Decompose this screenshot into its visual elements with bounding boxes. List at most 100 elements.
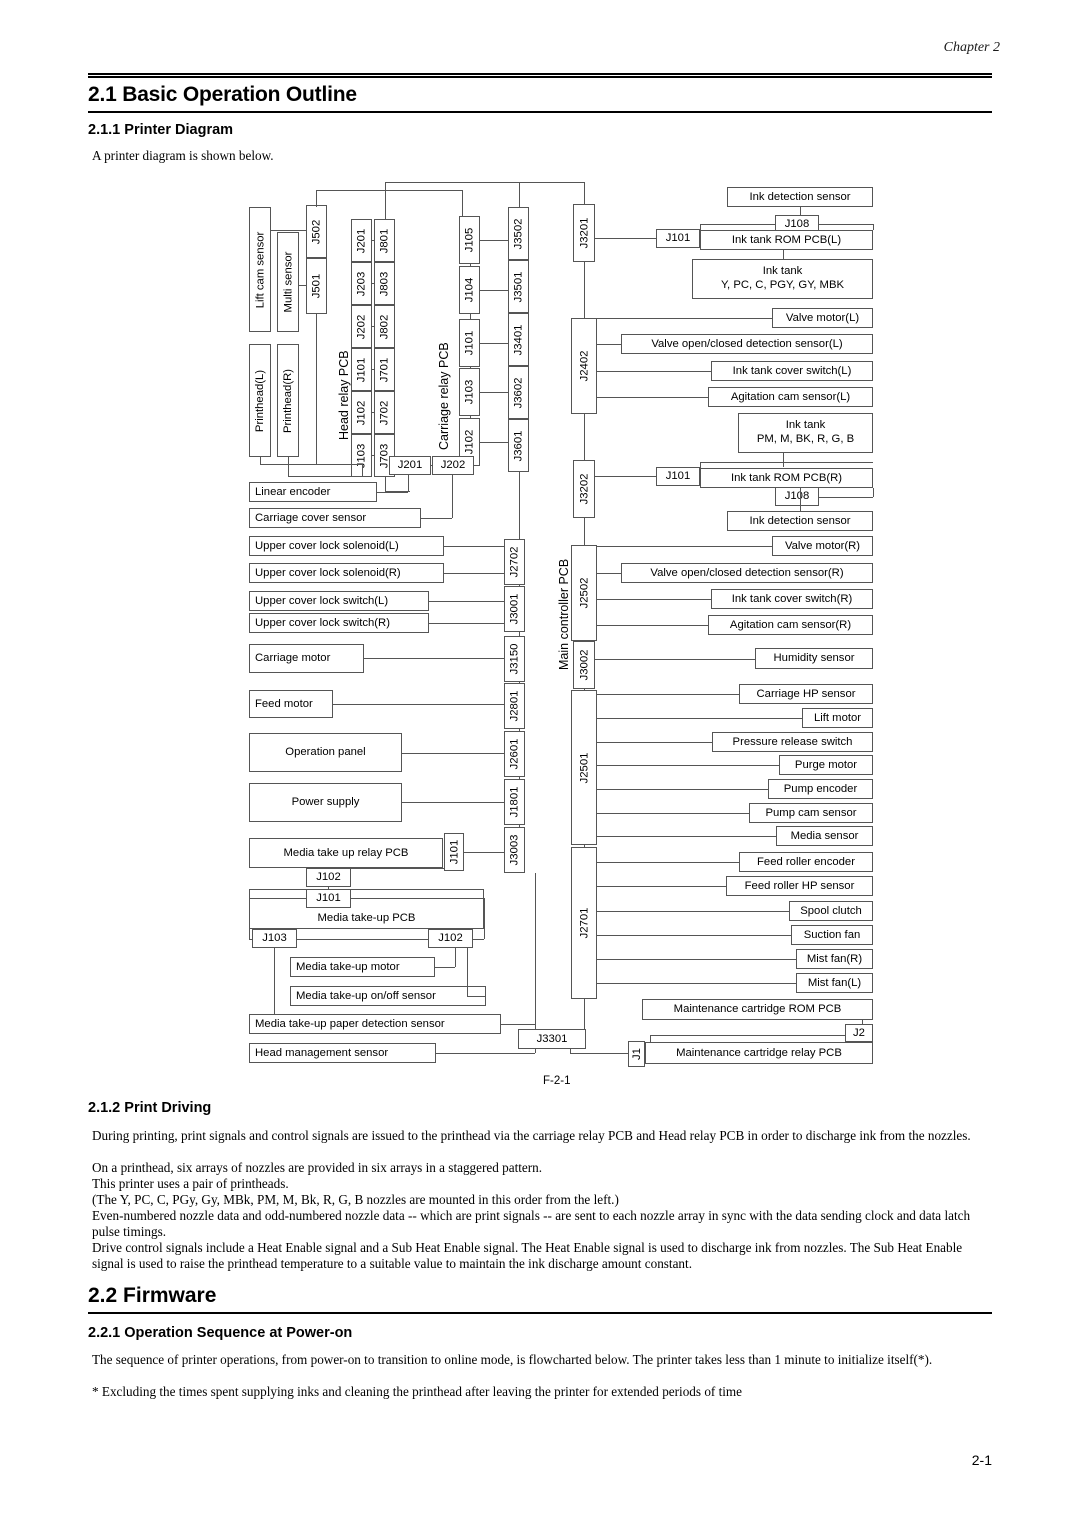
print-driving-p2: On a printhead, six arrays of nozzles ar…: [92, 1160, 543, 1175]
connector-mtp-j103: J103: [252, 929, 297, 948]
connector-hr-j201: J201: [351, 219, 372, 262]
line: [597, 625, 708, 626]
device-media-takeup-paper-detection-sensor: Media take-up paper detection sensor: [249, 1014, 501, 1034]
print-driving-p6: Drive control signals include a Heat Ena…: [92, 1240, 963, 1271]
connector-j2701: J2701: [571, 847, 597, 999]
line: [444, 573, 504, 574]
line: [597, 911, 789, 912]
line: [484, 898, 485, 939]
line: [480, 343, 508, 344]
print-driving-p1: During printing, print signals and contr…: [92, 1128, 971, 1143]
device-printhead-l: Printhead(L): [249, 344, 271, 457]
line: [597, 694, 739, 695]
line: [480, 290, 508, 291]
line: [519, 472, 520, 539]
connector-hr-j801: J801: [374, 219, 395, 262]
device-upper-cover-lock-switch-l: Upper cover lock switch(L): [249, 591, 429, 611]
connector-inkl-j101: J101: [656, 229, 700, 248]
line: [288, 476, 362, 477]
line: [467, 948, 468, 996]
line: [467, 996, 486, 997]
line: [597, 862, 739, 863]
connector-cr-j104: J104: [459, 266, 480, 314]
line: [519, 585, 520, 586]
line: [800, 207, 801, 215]
line: [316, 190, 462, 191]
line: [584, 689, 585, 691]
line: [480, 392, 508, 393]
line: [362, 464, 363, 477]
connector-j3201: J3201: [573, 204, 595, 262]
device-purge-motor: Purge motor: [779, 755, 873, 775]
figure-caption: F-2-1: [543, 1075, 571, 1087]
line: [584, 182, 585, 204]
line: [470, 264, 471, 266]
connector-j2502: J2502: [571, 545, 597, 641]
line: [431, 465, 432, 466]
line: [519, 182, 585, 183]
line: [297, 939, 428, 940]
connector-j3202: J3202: [573, 460, 595, 518]
line: [519, 682, 520, 683]
device-humidity-sensor: Humidity sensor: [755, 648, 873, 669]
connector-hr-j101: J101: [351, 348, 372, 391]
line: [470, 367, 471, 368]
ink-tank-r-line2: PM, M, BK, R, G, B: [756, 433, 855, 445]
device-valve-motor-l: Valve motor(L): [772, 308, 873, 328]
line: [597, 318, 772, 319]
line: [408, 475, 409, 492]
ink-tank-l-line2: Y, PC, C, PGY, GY, MBK: [720, 279, 845, 291]
line: [372, 455, 374, 456]
line: [535, 1049, 536, 1053]
connector-mtr-j101: J101: [444, 833, 464, 871]
line: [271, 230, 306, 231]
line: [260, 457, 261, 464]
line: [700, 462, 873, 463]
device-media-takeup-on-off-sensor: Media take-up on/off sensor: [290, 986, 486, 1006]
connector-carriage-j202: J202: [432, 456, 474, 475]
device-lift-motor: Lift motor: [802, 708, 873, 728]
line: [595, 238, 656, 239]
line: [873, 488, 874, 497]
line: [364, 658, 504, 659]
subsection-title-2-2-1: 2.2.1 Operation Sequence at Power-on: [88, 1325, 353, 1341]
device-operation-panel: Operation panel: [249, 733, 402, 772]
device-media-takeup-pcb: Media take-up PCB: [249, 889, 484, 929]
line: [299, 285, 306, 286]
device-agitation-cam-sensor-r: Agitation cam sensor(R): [708, 615, 873, 635]
line: [464, 852, 504, 853]
line: [535, 873, 536, 1029]
connector-j3002: J3002: [573, 641, 595, 689]
device-media-sensor: Media sensor: [776, 826, 873, 846]
line: [584, 641, 585, 642]
line: [372, 412, 374, 413]
line: [385, 182, 386, 219]
line: [597, 546, 772, 547]
line: [372, 369, 374, 370]
connector-hr-j701: J701: [374, 348, 395, 391]
line: [519, 632, 520, 636]
device-pump-cam-sensor: Pump cam sensor: [749, 803, 873, 823]
device-pump-encoder: Pump encoder: [768, 779, 873, 799]
connector-j3003: J3003: [504, 827, 525, 873]
line: [597, 886, 726, 887]
device-head-management-sensor: Head management sensor: [249, 1043, 436, 1063]
connector-hr-j803: J803: [374, 262, 395, 305]
line: [372, 326, 374, 327]
connector-j3150: J3150: [504, 636, 525, 682]
line: [372, 240, 374, 241]
line: [597, 371, 711, 372]
line: [470, 314, 471, 319]
device-mist-fan-r: Mist fan(R): [796, 949, 873, 969]
device-power-supply: Power supply: [249, 783, 402, 822]
connector-j3602: J3602: [508, 366, 529, 419]
device-carriage-hp-sensor: Carriage HP sensor: [739, 684, 873, 704]
line: [597, 813, 749, 814]
connector-hr-j203: J203: [351, 262, 372, 305]
connector-inkr-j108: J108: [775, 487, 819, 506]
device-maintenance-cartridge-rom-pcb: Maintenance cartridge ROM PCB: [642, 999, 873, 1020]
label-carriage-relay-pcb: Carriage relay PCB: [437, 342, 451, 450]
line: [800, 488, 801, 511]
line: [519, 207, 520, 208]
line: [570, 1053, 628, 1054]
